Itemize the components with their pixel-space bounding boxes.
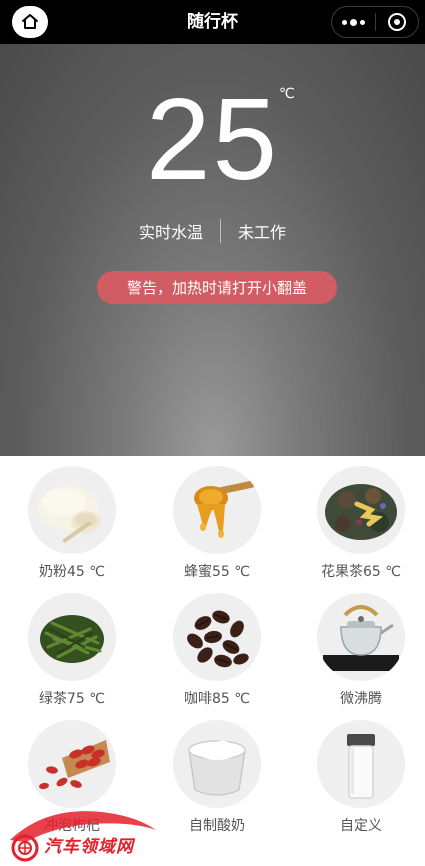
menu-capsule: [331, 6, 419, 38]
target-close-icon: [387, 13, 406, 31]
mode-honey[interactable]: 蜂蜜55 ℃: [152, 456, 282, 582]
green-tea-icon: [28, 593, 116, 681]
status-row: 实时水温 未工作: [0, 218, 425, 244]
cup-custom-icon: [317, 720, 405, 808]
site-watermark: 汽车领域网: [6, 806, 166, 862]
mode-simmer[interactable]: 微沸腾: [296, 583, 425, 709]
mode-label: 咖啡85 ℃: [184, 691, 250, 707]
temperature-unit: ℃: [279, 86, 295, 102]
temperature-panel: 25 ℃ 实时水温 未工作 警告，加热时请打开小翻盖: [0, 44, 425, 456]
mode-label: 奶粉45 ℃: [39, 564, 105, 580]
mode-label: 蜂蜜55 ℃: [184, 564, 250, 580]
work-status-label: 未工作: [238, 223, 287, 242]
teapot-boiling-icon: [317, 593, 405, 681]
mode-milk-powder[interactable]: 奶粉45 ℃: [7, 456, 137, 582]
drink-mode-grid: 奶粉45 ℃ 蜂蜜55 ℃ 花果茶65 ℃ 绿茶75 ℃ 咖啡85 ℃ 微沸腾 …: [0, 456, 425, 866]
mode-coffee[interactable]: 咖啡85 ℃: [152, 583, 282, 709]
mode-yogurt[interactable]: 自制酸奶: [152, 710, 282, 836]
goji-berry-icon: [28, 720, 116, 808]
yogurt-icon: [173, 720, 261, 808]
realtime-temp-label: 实时水温: [138, 223, 203, 242]
mode-flower-tea[interactable]: 花果茶65 ℃: [296, 456, 425, 582]
mode-green-tea[interactable]: 绿茶75 ℃: [7, 583, 137, 709]
warning-banner: 警告，加热时请打开小翻盖: [97, 271, 337, 304]
close-button[interactable]: [376, 7, 419, 37]
honey-icon: [173, 466, 261, 554]
mode-label: 花果茶65 ℃: [321, 564, 401, 580]
water-temperature-value: 25: [145, 74, 280, 204]
more-button[interactable]: [332, 7, 375, 37]
flower-tea-icon: [317, 466, 405, 554]
mode-label: 自制酸奶: [189, 818, 245, 834]
watermark-text: 汽车领域网: [44, 837, 134, 857]
mode-label: 绿茶75 ℃: [39, 691, 105, 707]
mode-custom[interactable]: 自定义: [296, 710, 425, 836]
navigation-bar: 随行杯: [0, 0, 425, 44]
milk-powder-icon: [28, 466, 116, 554]
more-dots-icon: [341, 18, 365, 26]
mode-label: 微沸腾: [340, 691, 382, 707]
status-divider: [220, 219, 221, 243]
coffee-beans-icon: [173, 593, 261, 681]
mode-label: 自定义: [340, 818, 382, 834]
